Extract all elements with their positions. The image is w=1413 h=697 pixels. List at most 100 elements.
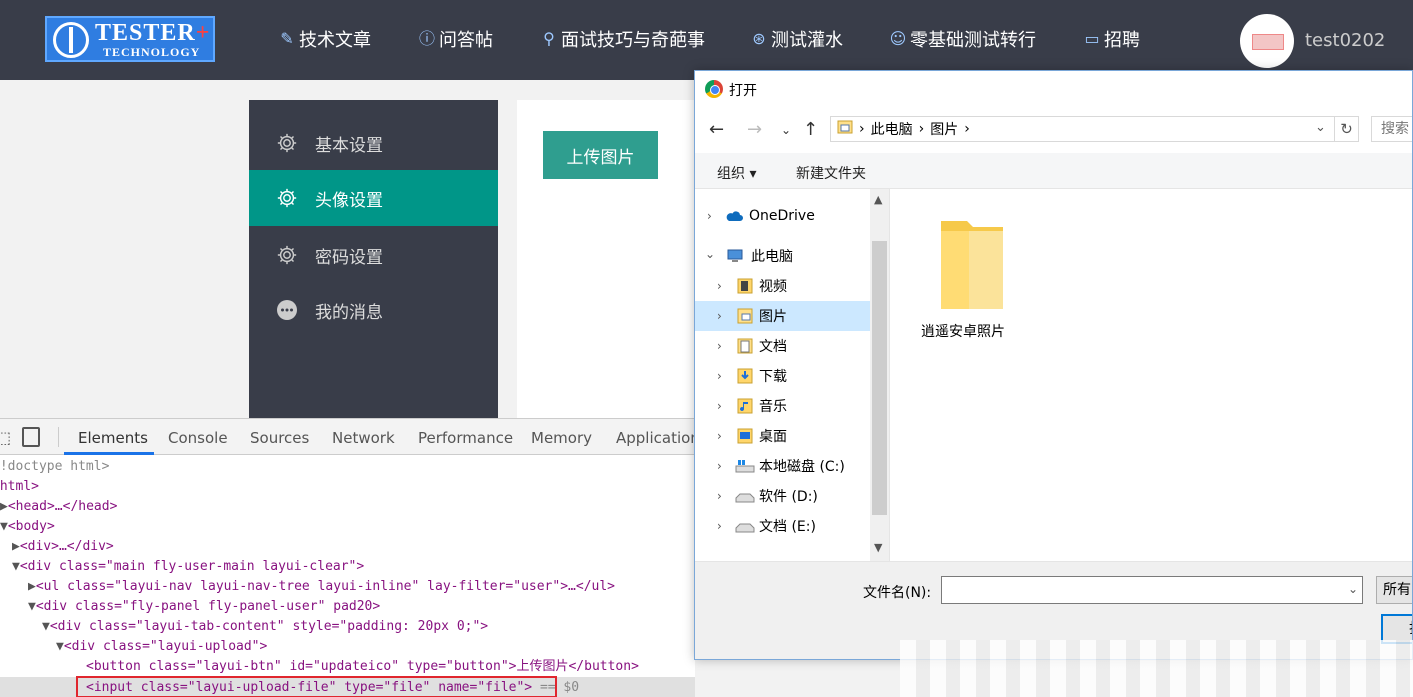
- tree-item-videos[interactable]: › 视频: [695, 271, 870, 301]
- dom-line-body[interactable]: ▼<body>: [0, 517, 55, 537]
- dom-line-tab-content[interactable]: ▼<div class="layui-tab-content" style="p…: [42, 617, 488, 637]
- tab-performance[interactable]: Performance: [418, 429, 513, 447]
- user-settings-menu: 基本设置 头像设置 密码设置 我的消息: [249, 100, 498, 420]
- tab-sources[interactable]: Sources: [250, 429, 309, 447]
- nav-item-jobs[interactable]: ▭ 招聘: [1083, 26, 1140, 52]
- devtools-tab-bar: ⬚ Elements Console Sources Network Perfo…: [0, 419, 695, 455]
- filetype-select[interactable]: 所有: [1376, 576, 1412, 604]
- dialog-title: 打开: [729, 83, 757, 99]
- gear-icon: [275, 243, 299, 267]
- desktop-folder-icon: [737, 428, 753, 444]
- folder-icon[interactable]: [939, 217, 1009, 313]
- up-arrow-icon[interactable]: ↑: [803, 119, 818, 140]
- scrollbar-thumb[interactable]: [872, 241, 887, 515]
- logo-subtitle: TECHNOLOGY: [103, 45, 201, 59]
- chevron-right-icon[interactable]: ›: [717, 399, 722, 413]
- nav-item-career[interactable]: ☺ 零基础测试转行: [889, 26, 1036, 52]
- tree-item-pictures[interactable]: › 图片: [695, 301, 870, 331]
- dom-line-html[interactable]: <html>: [0, 477, 39, 497]
- nav-item-articles[interactable]: ✎ 技术文章: [278, 26, 371, 52]
- avatar[interactable]: [1240, 14, 1294, 68]
- tree-item-drive-c[interactable]: › 本地磁盘 (C:): [695, 451, 870, 481]
- tree-item-drive-d[interactable]: › 软件 (D:): [695, 481, 870, 511]
- expand-triangle-icon[interactable]: ▶: [28, 579, 36, 594]
- file-open-dialog: 打开 ← → ⌄ ↑ › 此电脑 › 图片 › ⌄ ↻ 搜索 组织 ▾ 新建文件…: [694, 70, 1413, 660]
- logo-title: TESTER+: [95, 20, 211, 46]
- organize-menu-button[interactable]: 组织 ▾: [717, 163, 756, 183]
- chevron-right-icon[interactable]: ›: [707, 209, 712, 223]
- recent-locations-chevron-icon[interactable]: ⌄: [781, 123, 791, 137]
- nav-item-interview[interactable]: ⚲ 面试技巧与奇葩事: [540, 26, 705, 52]
- tab-elements[interactable]: Elements: [78, 429, 148, 447]
- breadcrumb-this-pc[interactable]: 此电脑: [871, 119, 913, 139]
- chevron-right-icon[interactable]: ›: [717, 519, 722, 533]
- upload-image-button[interactable]: 上传图片: [543, 131, 658, 179]
- question-icon: ⓘ: [418, 29, 435, 48]
- tab-application[interactable]: Application: [616, 429, 695, 447]
- tab-console[interactable]: Console: [168, 429, 228, 447]
- chevron-right-icon[interactable]: ›: [717, 489, 722, 503]
- collapse-triangle-icon[interactable]: ▼: [42, 619, 50, 634]
- chevron-right-icon[interactable]: ›: [717, 429, 722, 443]
- collapse-triangle-icon[interactable]: ▼: [12, 559, 20, 574]
- dom-line-button[interactable]: <button class="layui-btn" id="updateico"…: [86, 657, 639, 677]
- tree-item-downloads[interactable]: › 下载: [695, 361, 870, 391]
- tab-memory[interactable]: Memory: [531, 429, 592, 447]
- chevron-right-icon[interactable]: ›: [717, 279, 722, 293]
- scroll-down-arrow-icon[interactable]: ▼: [874, 541, 882, 554]
- new-folder-button[interactable]: 新建文件夹: [796, 163, 866, 183]
- collapse-triangle-icon[interactable]: ▼: [0, 519, 8, 534]
- gear-icon: [275, 131, 299, 155]
- drive-icon: [735, 518, 755, 534]
- menu-item-password-settings[interactable]: 密码设置: [249, 227, 498, 283]
- expand-triangle-icon[interactable]: ▶: [12, 539, 20, 554]
- drive-icon: [735, 488, 755, 504]
- menu-item-avatar-settings[interactable]: 头像设置: [249, 170, 498, 226]
- collapse-triangle-icon[interactable]: ▼: [56, 639, 64, 654]
- search-box[interactable]: 搜索: [1371, 116, 1412, 142]
- expand-triangle-icon[interactable]: ▶: [0, 499, 8, 514]
- address-dropdown-icon[interactable]: ⌄: [1315, 120, 1326, 135]
- navigation-pane-scrollbar[interactable]: ▲ ▼: [870, 189, 889, 561]
- nav-item-qa[interactable]: ⓘ 问答帖: [418, 26, 493, 52]
- dom-line-panel-div[interactable]: ▼<div class="fly-panel fly-panel-user" p…: [28, 597, 380, 617]
- menu-item-basic-settings[interactable]: 基本设置: [249, 115, 498, 171]
- inspect-element-icon[interactable]: ⬚: [0, 428, 11, 447]
- chevron-down-icon[interactable]: ⌄: [705, 247, 715, 261]
- chevron-right-icon[interactable]: ›: [717, 309, 722, 323]
- nav-item-chat[interactable]: ⊛ 测试灌水: [750, 26, 843, 52]
- collapse-triangle-icon[interactable]: ▼: [28, 599, 36, 614]
- pencil-icon: ✎: [280, 29, 294, 48]
- breadcrumb-pictures[interactable]: 图片: [930, 119, 958, 139]
- refresh-icon[interactable]: ↻: [1335, 116, 1359, 142]
- chevron-right-icon[interactable]: ›: [717, 459, 722, 473]
- device-toolbar-icon[interactable]: [22, 427, 40, 447]
- folder-name-label[interactable]: 逍遥安卓照片: [921, 321, 1005, 341]
- tab-network[interactable]: Network: [332, 429, 395, 447]
- back-arrow-icon[interactable]: ←: [709, 119, 724, 140]
- dom-line-div[interactable]: ▶<div>…</div>: [12, 537, 114, 557]
- chevron-right-icon[interactable]: ›: [717, 339, 722, 353]
- menu-item-messages[interactable]: 我的消息: [249, 282, 498, 338]
- chevron-right-icon[interactable]: ›: [717, 369, 722, 383]
- tree-item-drive-e[interactable]: › 文档 (E:): [695, 511, 870, 541]
- documents-folder-icon: [737, 338, 753, 354]
- dom-line-head[interactable]: ▶<head>…</head>: [0, 497, 117, 517]
- forward-arrow-icon[interactable]: →: [747, 119, 762, 140]
- dom-line-ul-nav[interactable]: ▶<ul class="layui-nav layui-nav-tree lay…: [28, 577, 615, 597]
- address-bar[interactable]: › 此电脑 › 图片 › ⌄: [830, 116, 1335, 142]
- dom-line-doctype[interactable]: <!doctype html>: [0, 457, 109, 477]
- tree-item-onedrive[interactable]: › OneDrive: [695, 201, 870, 231]
- tree-item-music[interactable]: › 音乐: [695, 391, 870, 421]
- tree-item-this-pc[interactable]: ⌄ 此电脑: [695, 241, 870, 271]
- dom-line-main-div[interactable]: ▼<div class="main fly-user-main layui-cl…: [12, 557, 364, 577]
- filename-dropdown-icon[interactable]: ⌄: [1348, 582, 1358, 596]
- dom-line-upload-div[interactable]: ▼<div class="layui-upload">: [56, 637, 267, 657]
- username-label[interactable]: test0202: [1305, 30, 1385, 51]
- tree-item-desktop[interactable]: › 桌面: [695, 421, 870, 451]
- filename-input[interactable]: ⌄: [941, 576, 1363, 604]
- scroll-up-arrow-icon[interactable]: ▲: [874, 193, 882, 206]
- computer-icon: [727, 248, 743, 264]
- site-logo[interactable]: TESTER+ TECHNOLOGY: [45, 16, 215, 62]
- tree-item-documents[interactable]: › 文档: [695, 331, 870, 361]
